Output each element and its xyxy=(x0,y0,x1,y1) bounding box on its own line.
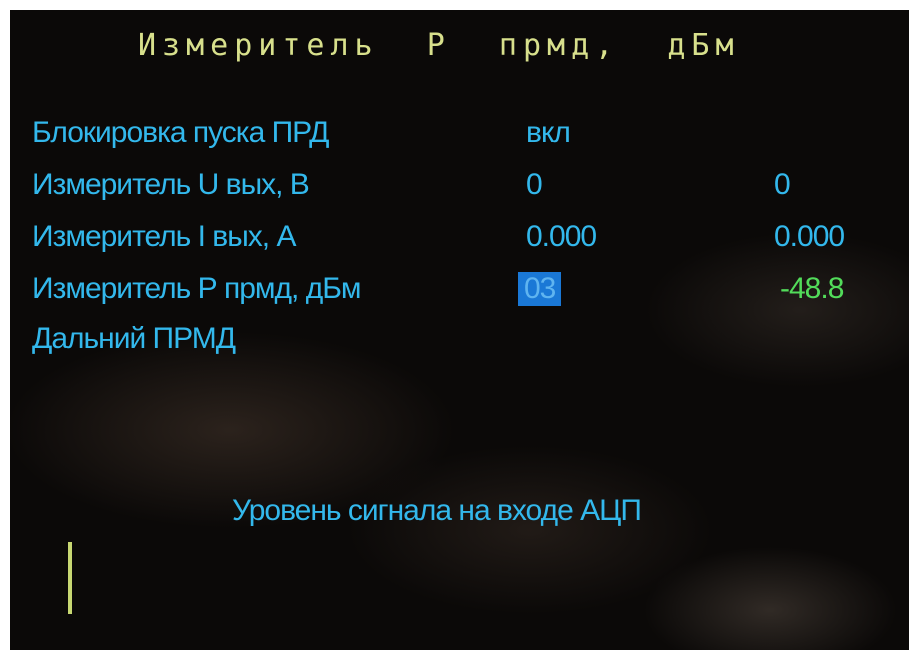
label-rx-power-meter: Измеритель Р прмд, дБм xyxy=(32,272,362,305)
label-tx-start-lock: Блокировка пуска ПРД xyxy=(32,116,329,149)
value-current-measured: 0.000 xyxy=(774,220,845,253)
value-rx-power-measured: -48.8 xyxy=(780,272,844,305)
value-current-set[interactable]: 0.000 xyxy=(526,220,597,254)
value-voltage-set[interactable]: 0 xyxy=(526,168,543,202)
adc-level-caption: Уровень сигнала на входе АЦП xyxy=(232,494,642,527)
signal-level-bar xyxy=(68,542,72,614)
label-remote-rx[interactable]: Дальний ПРМД xyxy=(32,322,236,356)
label-current-meter: Измеритель I вых, А xyxy=(32,220,296,253)
value-voltage-measured: 0 xyxy=(774,168,791,201)
value-rx-power-selected[interactable]: 03 xyxy=(518,272,562,306)
screen-title: Измеритель Р прмд, дБм xyxy=(138,28,740,63)
label-voltage-meter: Измеритель U вых, В xyxy=(32,168,310,201)
display-screen: Измеритель Р прмд, дБм Блокировка пуска … xyxy=(10,10,909,650)
value-tx-start-lock[interactable]: вкл xyxy=(526,116,571,150)
